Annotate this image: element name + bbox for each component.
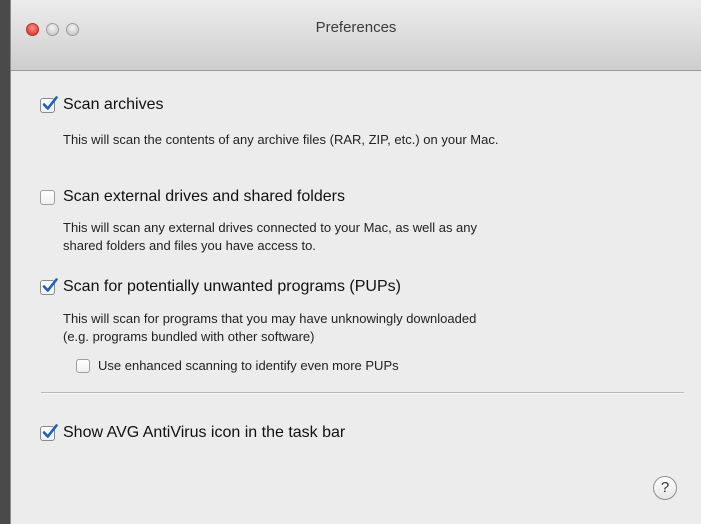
scan-pups-description-line2: (e.g. programs bundled with other softwa… — [63, 329, 315, 344]
checkmark-icon — [42, 96, 58, 110]
scan-pups-description-line1: This will scan for programs that you may… — [63, 311, 477, 326]
checkmark-icon — [42, 424, 58, 438]
show-taskbar-icon-label[interactable]: Show AVG AntiVirus icon in the task bar — [63, 424, 345, 442]
enhanced-pups-label[interactable]: Use enhanced scanning to identify even m… — [98, 358, 399, 373]
section-divider — [41, 392, 684, 394]
scan-pups-label[interactable]: Scan for potentially unwanted programs (… — [63, 278, 401, 296]
scan-archives-checkbox[interactable] — [40, 96, 58, 113]
title-bar[interactable]: Preferences — [11, 0, 701, 71]
help-button[interactable]: ? — [653, 476, 677, 500]
enhanced-pups-checkbox[interactable] — [76, 359, 90, 373]
scan-archives-description: This will scan the contents of any archi… — [63, 132, 499, 147]
scan-external-drives-label[interactable]: Scan external drives and shared folders — [63, 188, 345, 206]
show-taskbar-icon-checkbox[interactable] — [40, 424, 58, 441]
window-title: Preferences — [315, 19, 397, 36]
preferences-window: Preferences Scan archives This will scan… — [10, 0, 701, 524]
scan-pups-checkbox[interactable] — [40, 278, 58, 295]
scan-archives-label[interactable]: Scan archives — [63, 96, 164, 114]
scan-external-drives-checkbox[interactable] — [40, 190, 55, 205]
scan-external-drives-description-line2: shared folders and files you have access… — [63, 238, 316, 253]
scan-external-drives-description-line1: This will scan any external drives conne… — [63, 220, 478, 235]
checkmark-icon — [42, 278, 58, 292]
